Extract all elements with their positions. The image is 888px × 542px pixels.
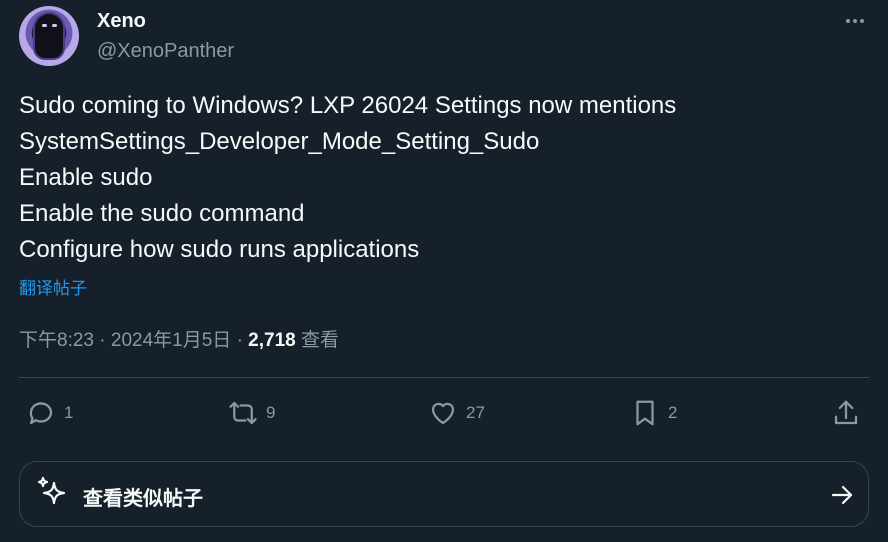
share-button[interactable] xyxy=(831,393,861,433)
retweet-count: 9 xyxy=(266,403,276,422)
divider xyxy=(19,377,869,378)
meta-separator: · xyxy=(236,330,243,351)
tweet-meta: 下午8:23 · 2024年1月5日 · 2,718 查看 xyxy=(19,325,339,352)
more-dot-icon xyxy=(846,19,850,23)
arrow-right-icon xyxy=(831,485,853,505)
retweet-button[interactable]: 9 xyxy=(228,393,275,433)
reply-button[interactable]: 1 xyxy=(26,393,73,433)
see-similar-posts-button[interactable]: 查看类似帖子 xyxy=(19,461,869,527)
heart-icon xyxy=(431,402,455,425)
tweet-time[interactable]: 下午8:23 xyxy=(19,330,94,351)
tweet-text: Sudo coming to Windows? LXP 26024 Settin… xyxy=(19,88,869,268)
reply-icon xyxy=(29,402,53,425)
more-dot-icon xyxy=(853,19,857,23)
view-count: 2,718 xyxy=(248,330,296,351)
reply-count: 1 xyxy=(64,403,74,422)
share-icon xyxy=(834,400,858,425)
retweet-icon xyxy=(229,401,257,425)
author-name[interactable]: Xeno xyxy=(97,10,146,33)
avatar-eye xyxy=(52,24,57,27)
tweet-date[interactable]: 2024年1月5日 xyxy=(111,330,231,351)
like-count: 27 xyxy=(466,403,485,422)
tweet-line: SystemSettings_Developer_Mode_Setting_Su… xyxy=(19,128,540,155)
author-handle[interactable]: @XenoPanther xyxy=(97,40,234,63)
view-label: 查看 xyxy=(301,330,340,351)
like-button[interactable]: 27 xyxy=(428,393,485,433)
tweet-line: Sudo coming to Windows? LXP 26024 Settin… xyxy=(19,92,677,119)
sparkle-icon xyxy=(37,476,66,505)
more-dot-icon xyxy=(860,19,864,23)
tweet-line: Configure how sudo runs applications xyxy=(19,236,420,263)
tweet-line: Enable the sudo command xyxy=(19,200,305,227)
more-options-button[interactable] xyxy=(842,10,868,32)
bookmark-count: 2 xyxy=(668,403,678,422)
bookmark-icon xyxy=(636,400,654,426)
avatar-eye xyxy=(42,24,47,27)
translate-post-link[interactable]: 翻译帖子 xyxy=(19,274,87,299)
see-similar-posts-label: 查看类似帖子 xyxy=(83,488,203,510)
meta-separator: · xyxy=(99,330,106,351)
tweet-line: Enable sudo xyxy=(19,164,153,191)
bookmark-button[interactable]: 2 xyxy=(630,393,677,433)
avatar-face xyxy=(35,14,63,58)
tweet-card: Xeno @XenoPanther Sudo coming to Windows… xyxy=(0,0,888,542)
action-bar: 1 9 27 2 xyxy=(0,393,888,433)
avatar[interactable] xyxy=(19,6,79,66)
